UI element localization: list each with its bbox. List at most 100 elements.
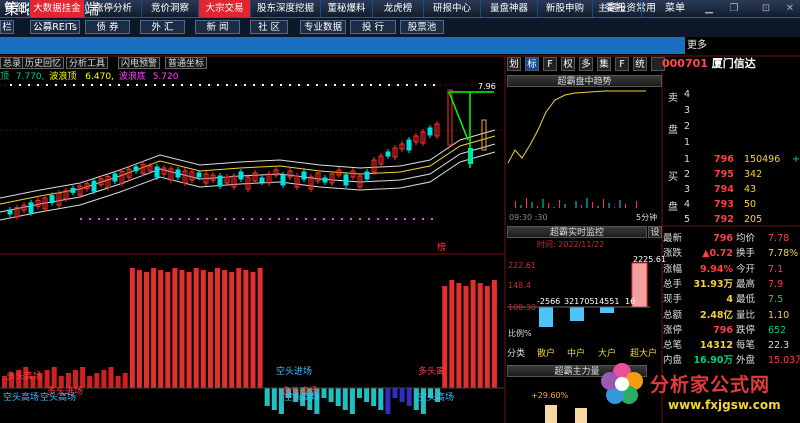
indicator-bar	[271, 388, 277, 410]
reference-dot	[379, 84, 381, 86]
mid-tab[interactable]: 划	[507, 57, 521, 71]
monitor-settings-button[interactable]: 设	[648, 226, 662, 238]
mid-tab[interactable]: 统	[633, 57, 647, 71]
reference-dot	[332, 218, 334, 220]
stat-key: 最新	[663, 233, 683, 244]
middle-band	[0, 135, 496, 205]
reference-dot	[323, 218, 325, 220]
mid-tab[interactable]: F	[615, 57, 629, 71]
price-high-label: 7.96	[478, 82, 496, 91]
reference-dot	[307, 84, 309, 86]
signal-label: 空头高场	[284, 393, 321, 403]
reference-dot	[181, 84, 183, 86]
reference-dot	[64, 84, 66, 86]
reference-dot	[431, 218, 433, 220]
candle-body	[28, 202, 34, 214]
signal-label: 空头高场	[3, 393, 40, 403]
intraday-interval[interactable]: 5分钟	[636, 213, 657, 222]
reference-dot	[109, 84, 111, 86]
stat-key: 每笔	[736, 340, 756, 352]
indicator-bar	[349, 388, 355, 414]
reference-dot	[188, 218, 190, 220]
reference-dot	[98, 218, 100, 220]
reference-dot	[280, 84, 282, 86]
stat-value: 7.78%	[768, 248, 799, 260]
indicator-bar	[250, 272, 256, 388]
reference-dot	[233, 218, 235, 220]
monitor-category: 中户	[567, 349, 586, 359]
reference-dot	[314, 218, 316, 220]
reference-dot	[37, 84, 39, 86]
reference-dot	[152, 218, 154, 220]
candle-body	[112, 173, 118, 182]
indicator-bar	[470, 280, 476, 388]
reference-dot	[116, 218, 118, 220]
reference-dot	[262, 84, 264, 86]
buy-volume: 342	[744, 169, 763, 180]
candle-body	[133, 166, 139, 172]
reference-dot	[80, 218, 82, 220]
reference-dot	[172, 84, 174, 86]
stat-value: 2.48亿	[700, 309, 733, 321]
reference-dot	[352, 84, 354, 86]
indicator-bar	[243, 270, 249, 388]
stat-value: 7.1	[768, 263, 784, 275]
candle-body	[280, 174, 286, 186]
indicator-bar	[80, 367, 86, 388]
sell-level: 4	[684, 89, 691, 100]
reference-dot	[170, 218, 172, 220]
reference-dot	[278, 218, 280, 220]
monitor-bar	[570, 307, 584, 321]
sell-side-label-2: 盘	[668, 125, 678, 136]
indicator-bar	[222, 270, 228, 388]
reference-dot	[386, 218, 388, 220]
mid-tab[interactable]: F	[543, 57, 557, 71]
indicator-bar	[172, 268, 178, 388]
candle-body	[70, 187, 76, 193]
reference-dot	[10, 84, 12, 86]
stat-key: 总笔	[663, 340, 683, 352]
reference-dot	[334, 84, 336, 86]
mid-tab[interactable]: 权	[561, 57, 575, 71]
signal-label: 空头进场	[276, 367, 313, 377]
monitor-category: 散户	[537, 349, 556, 359]
reference-dot	[134, 218, 136, 220]
stat-value: 22.3	[768, 340, 790, 352]
candle-body	[7, 209, 13, 215]
indicator-bar	[229, 272, 235, 388]
buy-level: 4	[684, 199, 691, 210]
indicator-bar	[399, 388, 405, 402]
candle-body	[154, 166, 160, 178]
reference-dot	[107, 218, 109, 220]
indicator-bar	[144, 272, 149, 388]
reference-dot	[190, 84, 192, 86]
candle-body	[343, 174, 349, 186]
candle-body	[91, 180, 97, 192]
indicator-bar	[328, 388, 334, 402]
mid-tab[interactable]: 集	[597, 57, 611, 71]
mid-tab[interactable]: 多	[579, 57, 593, 71]
stat-key: 最低	[736, 294, 756, 306]
indicator-bar	[236, 268, 242, 388]
buy-price: 796	[714, 154, 734, 165]
buy-price: 792	[714, 214, 734, 225]
reference-dot	[271, 84, 273, 86]
reference-dot	[260, 218, 262, 220]
indicator-bar	[129, 268, 135, 388]
candle-body	[481, 119, 487, 151]
signal-label: 空头高场	[418, 393, 455, 403]
mid-tab[interactable]: 标	[525, 57, 539, 71]
reference-dot	[422, 218, 424, 220]
monitor-panel-title: 超霸实时监控	[507, 226, 647, 238]
reference-dot	[19, 84, 21, 86]
indicator-bar	[491, 280, 497, 388]
sell-side-label: 卖	[668, 93, 678, 104]
monitor-y2: 148.4	[508, 281, 531, 290]
mainforce-value: +29.60%	[531, 391, 569, 400]
candle-body	[49, 195, 55, 204]
indicator-bar	[51, 367, 57, 388]
reference-dot	[161, 218, 163, 220]
reference-dot	[287, 218, 289, 220]
indicator-bar	[207, 272, 213, 388]
indicator-bar	[115, 376, 121, 388]
